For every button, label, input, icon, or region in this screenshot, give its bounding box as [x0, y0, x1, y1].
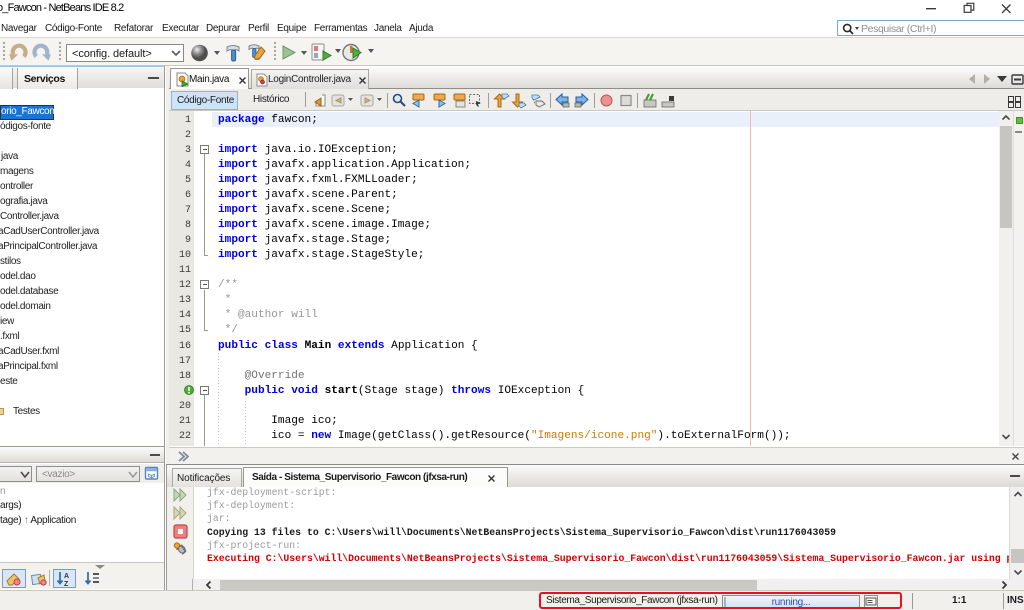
- svg-text:A: A: [64, 573, 69, 580]
- svg-text:Z: Z: [64, 581, 69, 587]
